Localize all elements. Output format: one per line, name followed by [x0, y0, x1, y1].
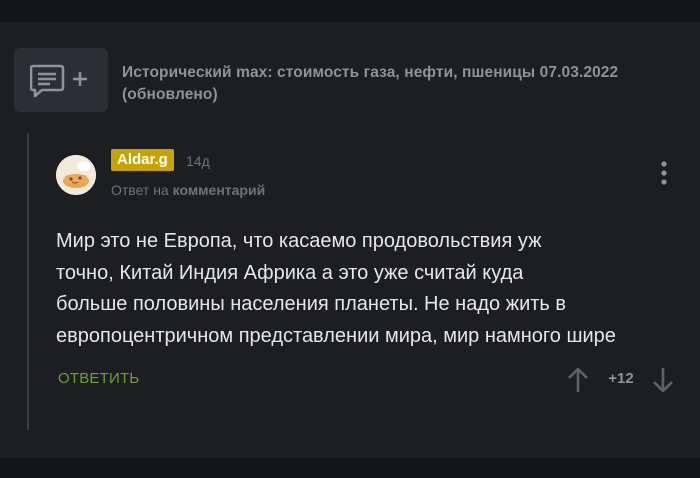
reply-to-line: Ответ на комментарий — [111, 181, 265, 199]
add-comment-button[interactable] — [14, 48, 108, 112]
username-badge[interactable]: Aldar.g — [111, 149, 174, 171]
comment-text-line: больше половины населения планеты. Не на… — [56, 293, 567, 315]
more-vertical-icon — [661, 161, 667, 185]
thread-line[interactable] — [27, 133, 29, 430]
top-divider — [0, 0, 700, 22]
more-options-button[interactable] — [656, 158, 672, 188]
downvote-button[interactable] — [650, 366, 676, 394]
arrow-down-icon — [653, 368, 673, 393]
comment-plus-icon — [30, 64, 87, 98]
comment-time[interactable]: 14д — [186, 152, 210, 170]
story-title[interactable]: Исторический max: стоимость газа, нефти,… — [122, 62, 670, 106]
reply-button[interactable]: ОТВЕТИТЬ — [58, 370, 139, 388]
comment-text: Мир это не Европа, что касаемо продоволь… — [56, 226, 680, 352]
reply-to-link[interactable]: комментарий — [173, 182, 266, 198]
page: Исторический max: стоимость газа, нефти,… — [0, 0, 700, 478]
parent-story: Исторический max: стоимость газа, нефти,… — [14, 48, 686, 112]
avatar-image — [56, 155, 96, 195]
comment-text-line: Мир это не Европа, что касаемо продоволь… — [56, 230, 542, 252]
reply-to-prefix: Ответ на — [111, 182, 169, 198]
avatar[interactable] — [56, 155, 96, 195]
rating-count: +12 — [608, 370, 634, 387]
bottom-divider — [0, 458, 700, 478]
upvote-button[interactable] — [565, 366, 591, 394]
comment-text-line: европоцентричном представлении мира, мир… — [56, 324, 616, 347]
comment-text-line: точно, Китай Индия Африка а это уже счит… — [56, 261, 524, 284]
arrow-up-icon — [568, 367, 588, 392]
